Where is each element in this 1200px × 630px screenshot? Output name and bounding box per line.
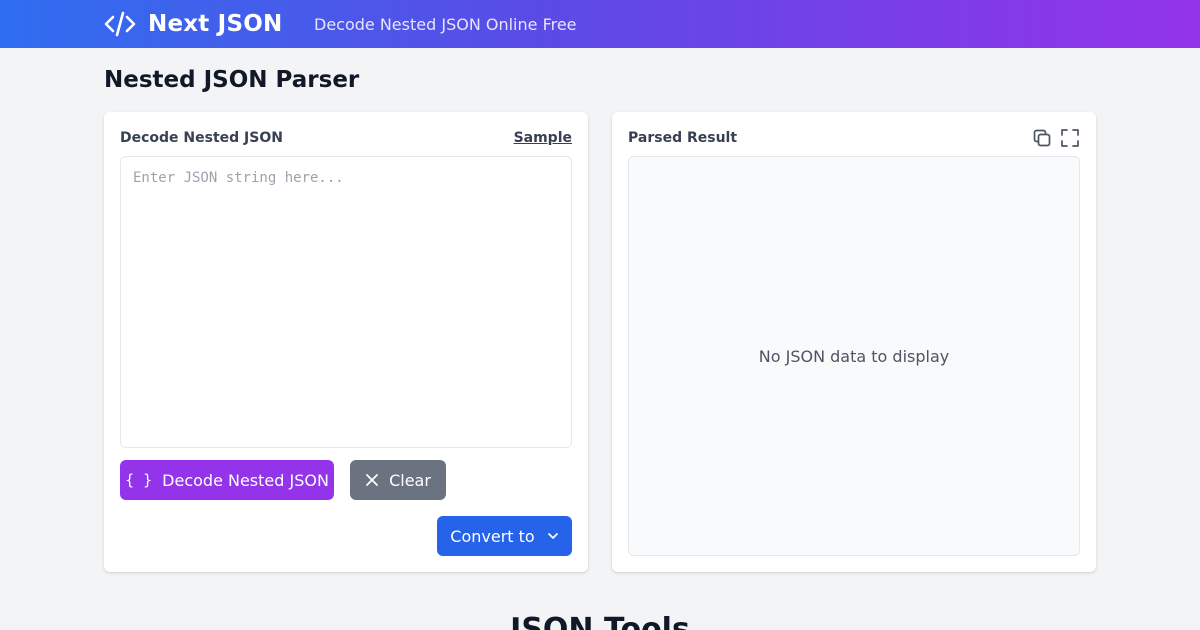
clear-button-label: Clear <box>389 470 431 490</box>
close-icon <box>366 474 378 486</box>
brand-name: Next JSON <box>148 11 283 37</box>
braces-icon: { } <box>125 471 153 489</box>
chevron-down-icon <box>547 533 558 539</box>
input-panel-label: Decode Nested JSON <box>120 130 283 146</box>
parsed-result-area: No JSON data to display <box>628 156 1080 556</box>
convert-to-button[interactable]: Convert to <box>437 516 572 556</box>
copy-button[interactable] <box>1032 128 1052 148</box>
sample-link[interactable]: Sample <box>514 129 572 147</box>
json-input[interactable] <box>120 156 572 448</box>
empty-result-message: No JSON data to display <box>758 346 950 366</box>
brand-logo-link[interactable]: Next JSON <box>104 0 282 48</box>
header-tagline: Decode Nested JSON Online Free <box>314 14 577 34</box>
fullscreen-button[interactable] <box>1060 128 1080 148</box>
result-panel-label: Parsed Result <box>628 130 738 146</box>
convert-button-label: Convert to <box>450 526 535 546</box>
code-icon <box>104 11 136 37</box>
decode-button[interactable]: { } Decode Nested JSON <box>120 460 334 500</box>
fullscreen-icon <box>1061 129 1079 147</box>
app-header: Next JSON Decode Nested JSON Online Free <box>0 0 1200 48</box>
decode-button-label: Decode Nested JSON <box>162 470 329 490</box>
clear-button[interactable]: Clear <box>350 460 446 500</box>
page-title: Nested JSON Parser <box>104 67 360 93</box>
json-tools-heading: JSON Tools <box>510 612 690 630</box>
copy-icon <box>1033 129 1051 147</box>
